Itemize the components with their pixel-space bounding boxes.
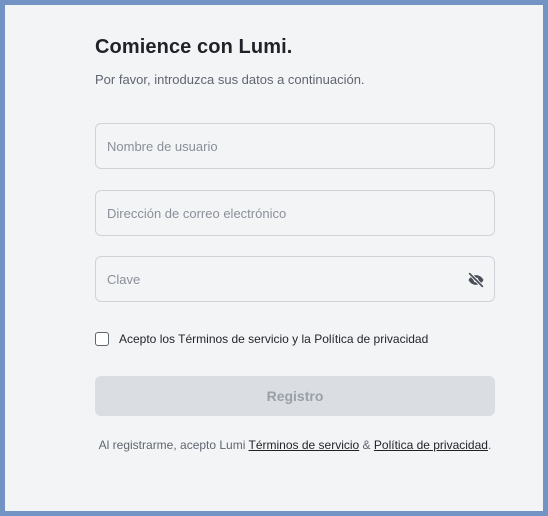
signup-window: Comience con Lumi. Por favor, introduzca… <box>0 0 548 516</box>
email-input[interactable] <box>96 191 494 235</box>
password-input[interactable] <box>96 257 494 301</box>
legal-separator: & <box>359 438 374 452</box>
terms-checkbox-row: Acepto los Términos de servicio y la Pol… <box>95 331 495 349</box>
page-subtitle: Por favor, introduzca sus datos a contin… <box>95 72 365 87</box>
eye-slash-icon[interactable] <box>467 271 485 289</box>
username-input[interactable] <box>96 124 494 168</box>
terms-checkbox[interactable] <box>95 332 109 346</box>
privacy-policy-link[interactable]: Política de privacidad <box>374 438 488 452</box>
legal-prefix: Al registrarme, acepto Lumi <box>98 438 249 452</box>
legal-notice: Al registrarme, acepto Lumi Términos de … <box>95 438 495 452</box>
username-field-container <box>95 123 495 169</box>
page-title: Comience con Lumi. <box>95 36 293 58</box>
signup-form: Comience con Lumi. Por favor, introduzca… <box>95 33 495 452</box>
legal-suffix: . <box>487 438 492 452</box>
terms-checkbox-label[interactable]: Acepto los Términos de servicio y la Pol… <box>119 332 428 346</box>
email-field-container <box>95 190 495 236</box>
register-button[interactable]: Registro <box>95 376 495 416</box>
password-field-container <box>95 256 495 302</box>
terms-of-service-link[interactable]: Términos de servicio <box>249 438 360 452</box>
